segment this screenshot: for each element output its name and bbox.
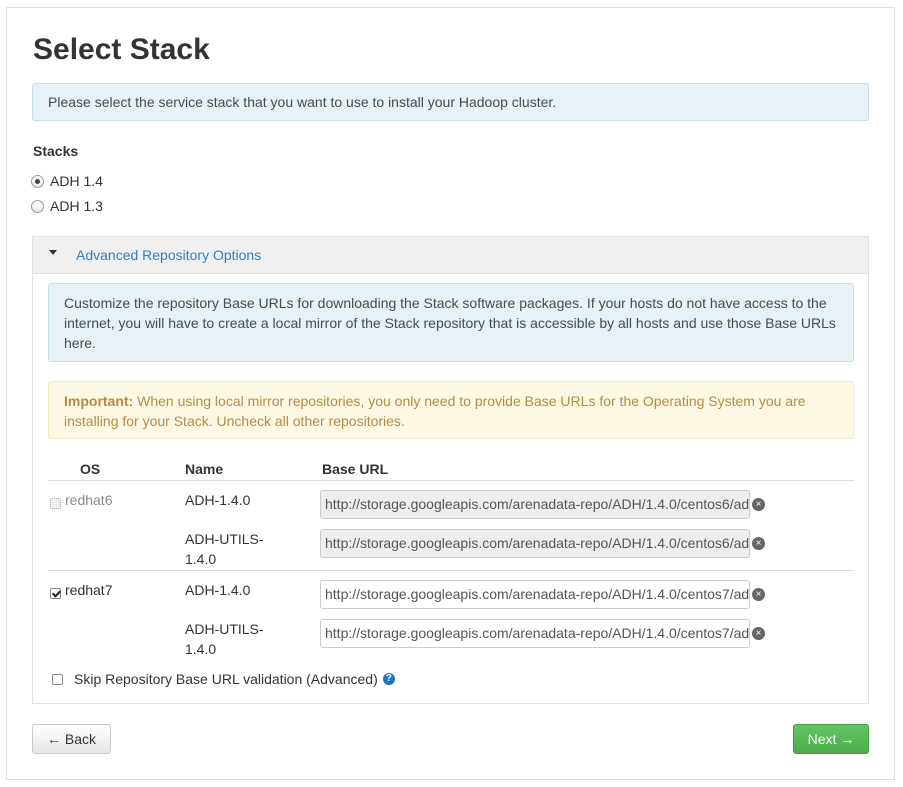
intro-alert: Please select the service stack that you… (32, 83, 869, 121)
repo-name: ADH-UTILS-1.4.0 (185, 621, 264, 657)
warning-text: When using local mirror repositories, yo… (64, 393, 806, 429)
skip-validation-row[interactable]: Skip Repository Base URL validation (Adv… (52, 671, 395, 687)
stacks-label: Stacks (33, 143, 79, 159)
advanced-options-toggle[interactable]: Advanced Repository Options (76, 247, 261, 263)
advanced-panel-header[interactable]: Advanced Repository Options (33, 237, 868, 274)
skip-validation-label: Skip Repository Base URL validation (Adv… (74, 671, 378, 687)
clear-url-icon[interactable]: × (752, 627, 765, 640)
warning-label: Important: (64, 393, 134, 409)
page-title: Select Stack (33, 33, 210, 66)
stack-option-adh-1-3[interactable]: ADH 1.3 (31, 198, 103, 214)
os-checkbox-redhat6[interactable] (50, 498, 61, 509)
repo-name: ADH-1.4.0 (185, 582, 251, 598)
os-checkbox-redhat7[interactable] (50, 588, 61, 599)
os-label-redhat6: redhat6 (65, 492, 113, 508)
skip-validation-checkbox[interactable] (52, 673, 63, 685)
table-divider (48, 570, 854, 571)
repo-name: ADH-UTILS-1.4.0 (185, 531, 264, 567)
clear-url-icon[interactable]: × (752, 498, 765, 511)
base-url-input[interactable]: http://storage.googleapis.com/arenadata-… (320, 619, 750, 648)
os-label-redhat7: redhat7 (65, 582, 113, 598)
radio-button[interactable] (31, 199, 44, 213)
stack-option-label: ADH 1.3 (50, 198, 103, 214)
radio-button[interactable] (31, 174, 44, 188)
column-header-name: Name (185, 461, 224, 477)
clear-url-icon[interactable]: × (752, 588, 765, 601)
stack-option-adh-1-4[interactable]: ADH 1.4 (31, 173, 103, 189)
next-button[interactable]: Next → (793, 724, 869, 754)
help-icon[interactable]: ? (382, 673, 395, 685)
table-divider (48, 480, 854, 481)
column-header-os: OS (80, 461, 101, 477)
clear-url-icon[interactable]: × (752, 537, 765, 550)
base-url-input[interactable]: http://storage.googleapis.com/arenadata-… (320, 580, 750, 609)
base-url-input[interactable]: http://storage.googleapis.com/arenadata-… (320, 529, 750, 558)
base-url-input[interactable]: http://storage.googleapis.com/arenadata-… (320, 490, 750, 519)
important-warning-alert: Important: When using local mirror repos… (48, 381, 854, 439)
repository-info-alert: Customize the repository Base URLs for d… (48, 283, 854, 362)
column-header-base-url: Base URL (322, 461, 389, 477)
advanced-repository-panel: Advanced Repository Options Customize th… (32, 236, 869, 704)
caret-down-icon[interactable] (49, 249, 57, 255)
back-button[interactable]: ← Back (32, 724, 111, 754)
stack-option-label: ADH 1.4 (50, 173, 103, 189)
repo-name: ADH-1.4.0 (185, 492, 251, 508)
